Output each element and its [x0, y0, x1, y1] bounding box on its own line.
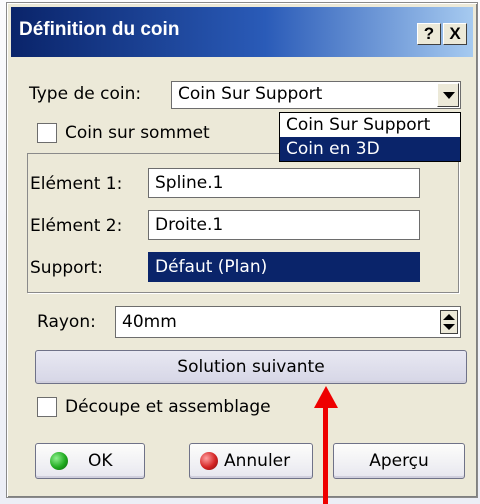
spinner-arrows-icon[interactable] [440, 310, 458, 334]
next-solution-button[interactable]: Solution suivante [35, 350, 467, 384]
cancel-status-icon [200, 452, 218, 470]
dropdown-option-coin-sur-support[interactable]: Coin Sur Support [280, 113, 460, 137]
corner-type-dropdown: Coin Sur Support Coin en 3D [279, 112, 461, 162]
spin-up-icon[interactable] [443, 314, 455, 320]
radius-input[interactable]: 40mm [115, 306, 461, 338]
element1-field[interactable]: Spline.1 [148, 168, 420, 198]
elements-group: Elément 1: Spline.1 Elément 2: Droite.1 … [27, 153, 459, 293]
close-button[interactable]: X [443, 23, 467, 45]
preview-button[interactable]: Aperçu [333, 443, 465, 479]
ok-label: OK [88, 451, 113, 471]
spin-down-icon[interactable] [443, 324, 455, 330]
element2-label: Elément 2: [30, 216, 123, 236]
corner-type-value: Coin Sur Support [178, 84, 323, 104]
title-bar[interactable]: Définition du coin ? X [11, 7, 473, 57]
element2-field[interactable]: Droite.1 [148, 210, 420, 240]
vertex-corner-label: Coin sur sommet [65, 123, 210, 143]
ok-status-icon [50, 452, 68, 470]
support-label: Support: [30, 258, 103, 278]
screenshot-stage: Définition du coin ? X Type de coin: Coi… [0, 0, 480, 504]
dropdown-option-coin-en-3d[interactable]: Coin en 3D [280, 137, 460, 161]
radius-label: Rayon: [37, 312, 96, 332]
corner-type-label: Type de coin: [29, 84, 142, 104]
vertex-corner-checkbox[interactable] [37, 123, 57, 143]
ok-button[interactable]: OK [35, 443, 145, 479]
element1-label: Elément 1: [30, 174, 123, 194]
radius-value: 40mm [122, 312, 177, 332]
support-field[interactable]: Défaut (Plan) [148, 252, 420, 282]
cancel-button[interactable]: Annuler [189, 443, 313, 479]
corner-type-select[interactable]: Coin Sur Support [171, 81, 461, 109]
trim-assemble-label: Découpe et assemblage [65, 397, 271, 417]
dialog-title: Définition du coin [19, 19, 180, 40]
cancel-label: Annuler [224, 451, 291, 471]
help-button[interactable]: ? [417, 23, 441, 45]
trim-assemble-checkbox[interactable] [37, 397, 57, 417]
corner-definition-dialog: Définition du coin ? X Type de coin: Coi… [6, 2, 478, 498]
chevron-down-icon[interactable] [437, 83, 459, 107]
annotation-arrow-shaft [323, 404, 328, 504]
